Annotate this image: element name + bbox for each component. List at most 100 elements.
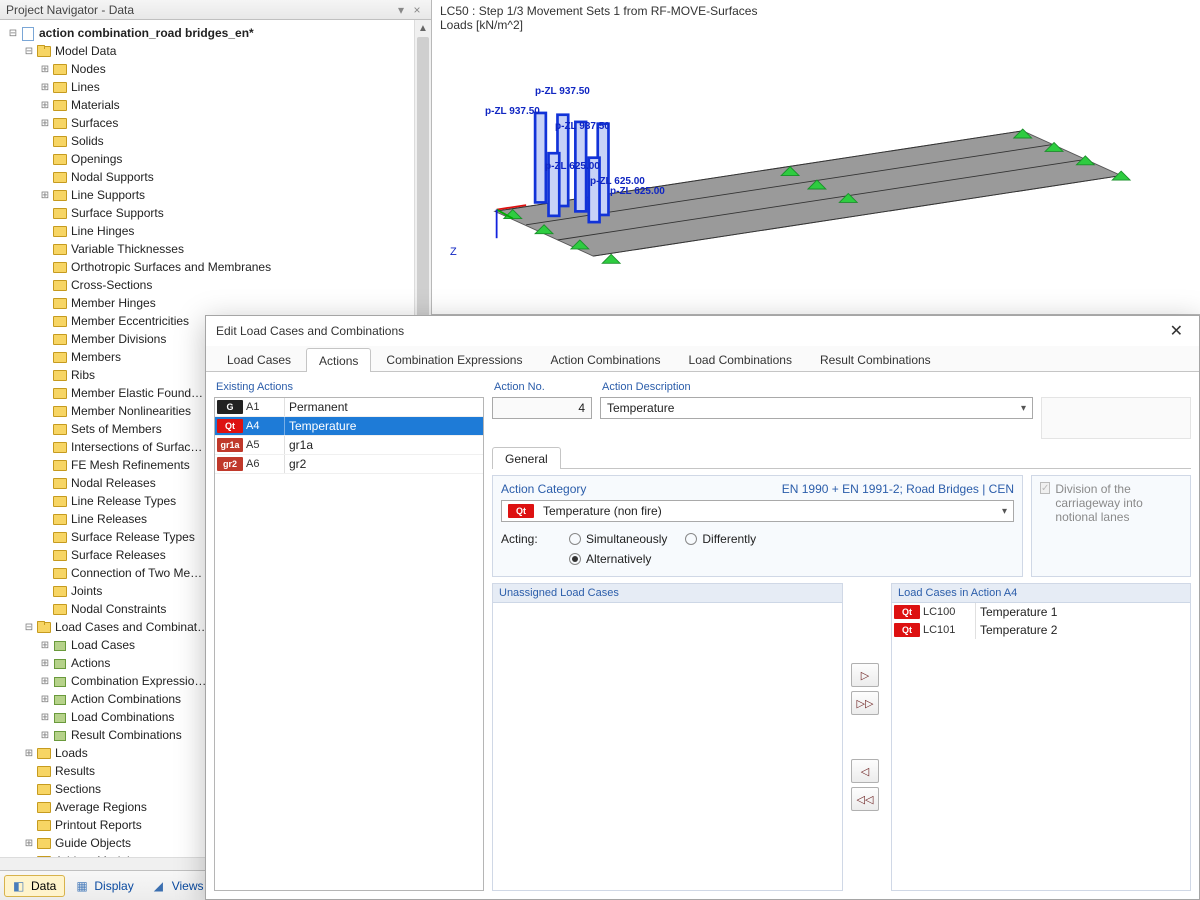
folder-icon	[52, 188, 68, 202]
tree-item[interactable]: Solids	[2, 132, 431, 150]
tree-label: Load Cases	[71, 638, 143, 652]
action-row[interactable]: gr2A6gr2	[215, 455, 483, 474]
display-icon	[76, 879, 90, 893]
tree-item[interactable]: Nodal Supports	[2, 168, 431, 186]
tree-expander-icon[interactable]: ⊞	[38, 730, 52, 741]
move-right-button[interactable]: ▷	[851, 663, 879, 687]
move-all-right-button[interactable]: ▷▷	[851, 691, 879, 715]
tree-expander-icon[interactable]: ⊞	[38, 640, 52, 651]
tree-item[interactable]: Openings	[2, 150, 431, 168]
navigator-titlebar: Project Navigator - Data ▾ ×	[0, 0, 431, 20]
tree-item[interactable]: ⊞Materials	[2, 96, 431, 114]
tree-expander-icon[interactable]: ⊟	[22, 46, 36, 57]
unassigned-load-cases[interactable]: Unassigned Load Cases	[492, 583, 843, 891]
edit-load-cases-dialog: Edit Load Cases and Combinations ✕ Load …	[205, 315, 1200, 900]
load-case-row[interactable]: QtLC101Temperature 2	[892, 621, 1190, 639]
existing-actions-table[interactable]: GA1PermanentQtA4Temperaturegr1aA5gr1agr2…	[214, 397, 484, 891]
tree-label: Members	[71, 350, 129, 364]
tree-expander-icon[interactable]: ⊟	[6, 28, 20, 39]
tab-display[interactable]: Display	[67, 875, 142, 897]
tree-label: Printout Reports	[55, 818, 150, 832]
dialog-tab[interactable]: Load Cases	[214, 347, 304, 371]
tree-label: Variable Thicknesses	[71, 242, 192, 256]
tree-item[interactable]: Orthotropic Surfaces and Membranes	[2, 258, 431, 276]
tree-label: Line Releases	[71, 512, 155, 526]
dialog-tab[interactable]: Result Combinations	[807, 347, 944, 371]
tree-item[interactable]: ⊞Lines	[2, 78, 431, 96]
move-all-left-button[interactable]: ◁◁	[851, 787, 879, 811]
folder-icon	[52, 170, 68, 184]
tab-display-label: Display	[94, 879, 133, 893]
tree-expander-icon[interactable]: ⊞	[38, 658, 52, 669]
tree-label: Nodes	[71, 62, 114, 76]
model-viewport[interactable]: LC50 : Step 1/3 Movement Sets 1 from RF-…	[432, 0, 1200, 315]
tree-expander-icon[interactable]: ⊞	[38, 118, 52, 129]
radio-differently[interactable]: Differently	[685, 532, 756, 546]
tab-views[interactable]: Views	[145, 875, 213, 897]
subtab-general[interactable]: General	[492, 447, 561, 469]
folder-icon	[36, 818, 52, 832]
navigator-pin-icon[interactable]: ▾	[393, 3, 409, 17]
folder-icon	[52, 224, 68, 238]
tree-item[interactable]: Cross-Sections	[2, 276, 431, 294]
assigned-load-cases[interactable]: Load Cases in Action A4 QtLC100Temperatu…	[891, 583, 1191, 891]
tree-item[interactable]: ⊟action combination_road bridges_en*	[2, 24, 431, 42]
lc-desc: Temperature 1	[975, 603, 1190, 621]
action-desc: gr2	[284, 455, 483, 473]
close-icon[interactable]: ✕	[1164, 319, 1189, 343]
division-checkbox[interactable]: ✓ Division of the carriageway into notio…	[1040, 482, 1182, 524]
tree-item[interactable]: ⊞ Nodes	[2, 60, 431, 78]
folder-icon	[52, 458, 68, 472]
tree-expander-icon[interactable]: ⊞	[38, 100, 52, 111]
action-no-input[interactable]: 4	[492, 397, 592, 419]
tree-expander-icon[interactable]: ⊟	[22, 622, 36, 633]
dialog-titlebar[interactable]: Edit Load Cases and Combinations ✕	[206, 316, 1199, 346]
tree-expander-icon[interactable]: ⊞	[38, 64, 52, 75]
action-row[interactable]: QtA4Temperature	[215, 417, 483, 436]
tree-item[interactable]: ⊞Line Supports	[2, 186, 431, 204]
folder-icon	[52, 98, 68, 112]
dialog-tab[interactable]: Combination Expressions	[373, 347, 535, 371]
load-case-row[interactable]: QtLC100Temperature 1	[892, 603, 1190, 621]
tree-item[interactable]: Surface Supports	[2, 204, 431, 222]
action-subtabs: General	[492, 445, 1191, 469]
radio-simultaneously[interactable]: Simultaneously	[569, 532, 667, 546]
navigator-close-icon[interactable]: ×	[409, 3, 425, 17]
carriageway-panel: ✓ Division of the carriageway into notio…	[1031, 475, 1191, 577]
folder-icon	[52, 368, 68, 382]
folder-icon	[52, 386, 68, 400]
action-category-combo[interactable]: Qt Temperature (non fire)	[501, 500, 1014, 522]
tree-expander-icon[interactable]: ⊞	[22, 838, 36, 849]
action-category-value: Temperature (non fire)	[543, 504, 662, 518]
move-left-button[interactable]: ◁	[851, 759, 879, 783]
viewport-canvas[interactable]: p-ZL 937.50 p-ZL 937.50 p-ZL 937.50 p-ZL…	[440, 36, 1192, 306]
tree-expander-icon[interactable]: ⊞	[38, 190, 52, 201]
cube-icon	[52, 710, 68, 724]
tree-item[interactable]: Variable Thicknesses	[2, 240, 431, 258]
action-row[interactable]: gr1aA5gr1a	[215, 436, 483, 455]
tree-expander-icon[interactable]: ⊞	[22, 748, 36, 759]
tree-label: Combination Expressio…	[71, 674, 214, 688]
tree-item[interactable]: Member Hinges	[2, 294, 431, 312]
tree-label: Load Combinations	[71, 710, 182, 724]
tree-expander-icon[interactable]: ⊞	[38, 712, 52, 723]
folder-icon	[52, 494, 68, 508]
radio-alternatively[interactable]: Alternatively	[569, 552, 667, 566]
tree-item[interactable]: ⊞Surfaces	[2, 114, 431, 132]
action-desc-combo[interactable]: Temperature	[600, 397, 1033, 419]
dialog-tab[interactable]: Action Combinations	[537, 347, 673, 371]
dialog-tab[interactable]: Load Combinations	[676, 347, 805, 371]
tree-label: Member Nonlinearities	[71, 404, 199, 418]
cube-icon	[52, 656, 68, 670]
tree-label: Guide Objects	[55, 836, 139, 850]
tree-label: Nodal Constraints	[71, 602, 174, 616]
tab-data[interactable]: Data	[4, 875, 65, 897]
dialog-tab[interactable]: Actions	[306, 348, 371, 372]
tree-expander-icon[interactable]: ⊞	[38, 694, 52, 705]
tree-item[interactable]: Line Hinges	[2, 222, 431, 240]
tree-expander-icon[interactable]: ⊞	[38, 82, 52, 93]
tree-expander-icon[interactable]: ⊞	[38, 676, 52, 687]
tree-item[interactable]: ⊟Model Data	[2, 42, 431, 60]
scroll-up-icon[interactable]: ▲	[415, 20, 431, 37]
action-row[interactable]: GA1Permanent	[215, 398, 483, 417]
